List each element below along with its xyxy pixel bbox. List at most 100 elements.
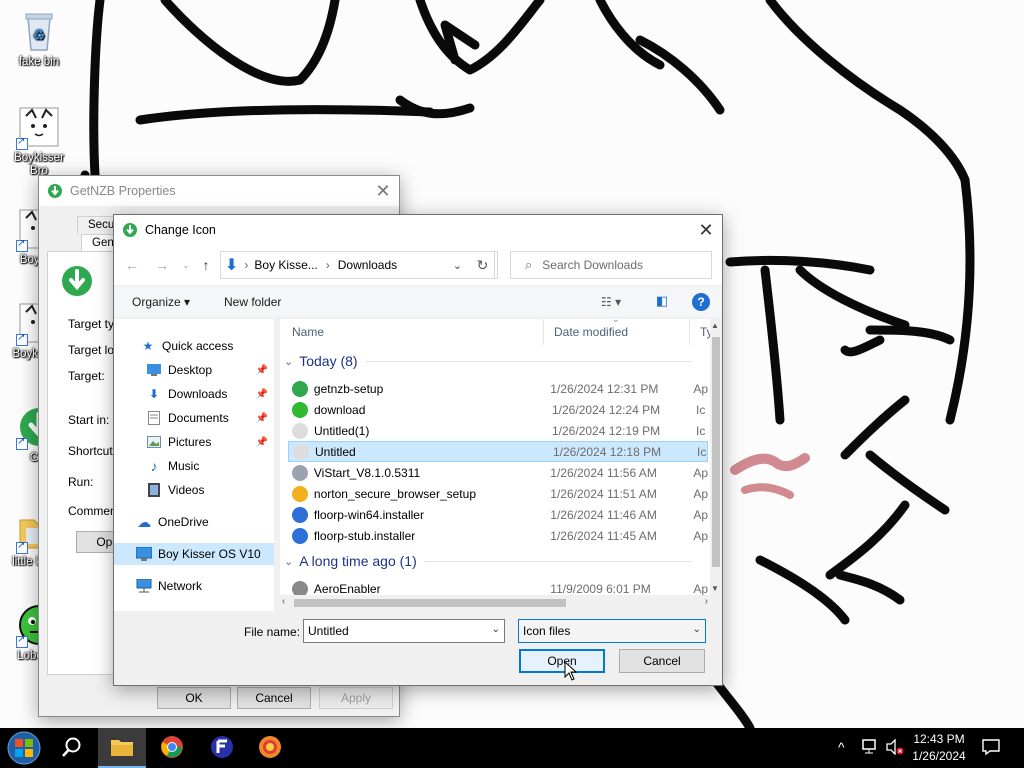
recycle-bin-icon: ♻ xyxy=(16,8,62,54)
nav-item-quick-access[interactable]: ★ Quick access xyxy=(114,335,274,357)
nav-item-videos[interactable]: Videos xyxy=(114,479,274,501)
apply-button[interactable]: Apply xyxy=(319,687,393,709)
sort-chevron-icon: ⌄ xyxy=(612,319,620,324)
breadcrumb-separator-icon: › xyxy=(325,258,330,272)
file-name: Untitled xyxy=(315,444,356,459)
pin-icon[interactable]: 📌 xyxy=(256,365,268,376)
change-icon-dialog[interactable]: Change Icon ✕ ← → ⌄ ↑ ⬇ › Boy Kisse... ›… xyxy=(113,214,723,686)
scrollbar-thumb[interactable] xyxy=(294,599,566,607)
column-header-name[interactable]: Name xyxy=(282,319,544,345)
taskbar-browser[interactable] xyxy=(246,728,294,768)
up-arrow-icon[interactable]: ↑ xyxy=(196,255,216,275)
file-row[interactable]: norton_secure_browser_setup 1/26/2024 11:… xyxy=(288,483,708,504)
search-button[interactable] xyxy=(48,728,96,768)
file-type-select[interactable]: Icon files ⌄ xyxy=(518,619,706,643)
folder-icon xyxy=(110,737,134,760)
getnzb-icon xyxy=(47,183,63,199)
label-target: Target: xyxy=(68,369,105,383)
nav-item-downloads[interactable]: ⬇ Downloads 📌 xyxy=(114,383,274,405)
file-row[interactable]: Untitled(1) 1/26/2024 12:19 PM Ic xyxy=(288,420,708,441)
clock-date[interactable]: 1/26/2024 xyxy=(910,749,968,763)
videos-icon xyxy=(146,482,162,498)
file-row[interactable]: Untitled 1/26/2024 12:18 PM Ic xyxy=(288,441,708,462)
documents-icon xyxy=(146,410,162,426)
file-name: ViStart_V8.1.0.5311 xyxy=(313,465,421,480)
group-header-today[interactable]: ⌄ Today (8) xyxy=(280,353,700,369)
column-header-type[interactable]: Ty xyxy=(690,319,710,345)
nav-item-desktop[interactable]: Desktop 📌 xyxy=(114,359,274,381)
nav-item-pictures[interactable]: Pictures 📌 xyxy=(114,431,274,453)
file-type: Ic xyxy=(697,444,707,459)
volume-muted-icon[interactable] xyxy=(886,738,904,758)
nav-item-network[interactable]: Network xyxy=(114,575,274,597)
close-icon[interactable]: ✕ xyxy=(690,215,722,245)
file-row[interactable]: download 1/26/2024 12:24 PM Ic xyxy=(288,399,708,420)
file-date: 1/26/2024 11:51 AM xyxy=(550,486,657,501)
nav-item-music[interactable]: ♪ Music xyxy=(114,455,274,477)
scrollbar-thumb[interactable] xyxy=(712,337,720,567)
horizontal-scrollbar[interactable]: ‹ › xyxy=(280,595,710,611)
chevron-down-icon[interactable]: ⌄ xyxy=(693,624,701,635)
organize-button[interactable]: Organize ▾ xyxy=(132,295,190,309)
navigation-pane: ★ Quick access Desktop 📌 ⬇ Downloads 📌 Docum… xyxy=(114,319,274,611)
properties-titlebar[interactable]: GetNZB Properties ✕ xyxy=(39,176,399,206)
search-input[interactable]: Search Downloads xyxy=(542,258,643,272)
file-icon xyxy=(292,422,308,439)
network-status-icon[interactable] xyxy=(862,739,880,758)
network-icon xyxy=(136,578,152,594)
pin-icon[interactable]: 📌 xyxy=(256,437,268,448)
search-icon: ⌕ xyxy=(525,257,533,272)
file-name: norton_secure_browser_setup xyxy=(313,486,476,501)
chevron-down-icon[interactable]: ⌄ xyxy=(176,255,196,275)
breadcrumb-root[interactable]: Boy Kisse... xyxy=(254,258,317,272)
pin-icon[interactable]: 📌 xyxy=(256,413,268,424)
vertical-scrollbar[interactable]: ▲ ▼ xyxy=(710,319,722,595)
file-row[interactable]: floorp-win64.installer 1/26/2024 11:46 AM… xyxy=(288,504,708,525)
cancel-button[interactable]: Cancel xyxy=(237,687,311,709)
refresh-button[interactable]: ↻ xyxy=(468,251,498,279)
clock-time[interactable]: 12:43 PM xyxy=(912,732,966,746)
open-button[interactable]: Open xyxy=(519,649,605,673)
star-icon: ★ xyxy=(142,339,154,353)
file-name-input[interactable]: Untitled ⌄ xyxy=(303,619,505,643)
new-folder-button[interactable]: New folder xyxy=(224,295,281,309)
address-bar[interactable]: ⬇ › Boy Kisse... › Downloads ⌄ xyxy=(220,251,495,279)
start-button[interactable] xyxy=(0,728,48,768)
file-date: 11/9/2009 6:01 PM xyxy=(550,581,651,596)
taskbar-app-f[interactable] xyxy=(198,728,246,768)
file-row[interactable]: floorp-stub.installer 1/26/2024 11:45 AM A… xyxy=(288,525,708,546)
file-name: download xyxy=(314,402,366,417)
chevron-down-icon[interactable]: ⌄ xyxy=(492,624,500,635)
ok-button[interactable]: OK xyxy=(157,687,231,709)
taskbar-chrome[interactable] xyxy=(148,728,196,768)
file-date: 1/26/2024 11:56 AM xyxy=(550,465,657,480)
back-arrow-icon[interactable]: ← xyxy=(122,255,142,275)
desktop-icon-recycle-bin[interactable]: ♻ fake bin xyxy=(7,8,71,69)
taskbar-file-explorer[interactable] xyxy=(98,728,146,768)
chevron-up-icon[interactable]: ^ xyxy=(838,739,845,755)
close-icon[interactable]: ✕ xyxy=(367,176,399,206)
help-button[interactable]: ? xyxy=(692,293,710,311)
dialog-titlebar[interactable]: Change Icon ✕ xyxy=(114,215,722,245)
cancel-button[interactable]: Cancel xyxy=(619,649,705,673)
forward-arrow-icon[interactable]: → xyxy=(152,255,172,275)
chevron-down-icon[interactable]: ⌄ xyxy=(453,259,462,272)
file-list[interactable]: Name Date modified Ty ⌄ ⌄ Today (8) getn… xyxy=(280,319,710,611)
pin-icon[interactable]: 📌 xyxy=(256,389,268,400)
nav-item-onedrive[interactable]: ☁ OneDrive xyxy=(114,511,274,533)
browser-icon xyxy=(258,735,282,762)
file-date: 1/26/2024 11:45 AM xyxy=(550,528,657,543)
nav-item-this-pc[interactable]: Boy Kisser OS V10 xyxy=(114,543,274,565)
notifications-icon[interactable] xyxy=(982,738,1000,759)
preview-pane-icon[interactable]: ◧ xyxy=(656,293,668,309)
breadcrumb-current[interactable]: Downloads xyxy=(338,258,397,272)
nav-item-documents[interactable]: Documents 📌 xyxy=(114,407,274,429)
file-row[interactable]: ViStart_V8.1.0.5311 1/26/2024 11:56 AM Ap xyxy=(288,462,708,483)
search-box[interactable]: ⌕ Search Downloads xyxy=(510,251,712,279)
view-options-icon[interactable]: ☷ ▾ xyxy=(601,295,621,309)
file-type: Ap xyxy=(693,528,708,543)
file-row[interactable]: getnzb-setup 1/26/2024 12:31 PM Ap xyxy=(288,378,708,399)
desktop-icon-boykisser-browser[interactable]: Boykisser Bro xyxy=(7,104,71,178)
group-header-long-ago[interactable]: ⌄ A long time ago (1) xyxy=(280,553,700,569)
file-date: 1/26/2024 12:31 PM xyxy=(550,381,659,396)
